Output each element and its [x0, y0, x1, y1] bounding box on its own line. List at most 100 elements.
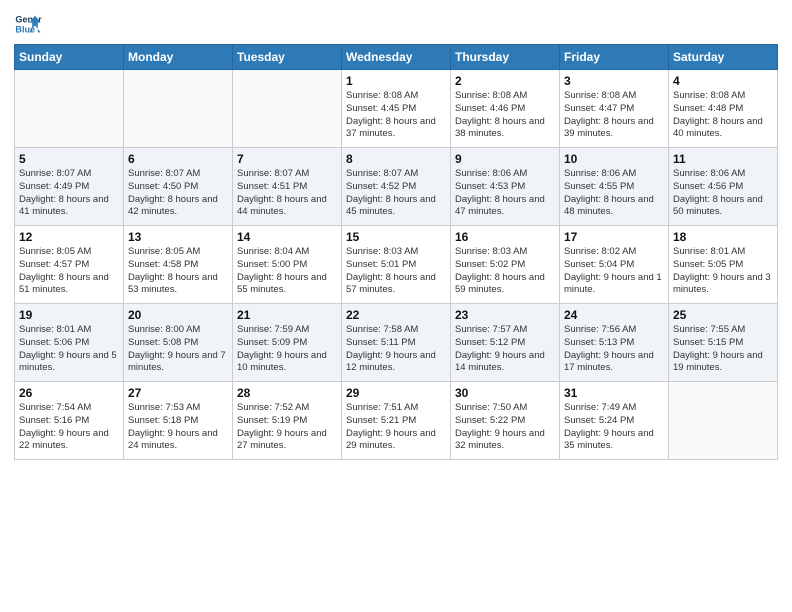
- day-number: 2: [455, 74, 555, 88]
- weekday-header-row: SundayMondayTuesdayWednesdayThursdayFrid…: [15, 45, 778, 70]
- week-row-2: 5 Sunrise: 8:07 AM Sunset: 4:49 PM Daylig…: [15, 148, 778, 226]
- day-info: Sunrise: 8:07 AM Sunset: 4:52 PM Dayligh…: [346, 168, 446, 219]
- day-number: 12: [19, 230, 119, 244]
- weekday-header-saturday: Saturday: [669, 45, 778, 70]
- calendar-cell: 23 Sunrise: 7:57 AM Sunset: 5:12 PM Dayli…: [451, 304, 560, 382]
- day-number: 18: [673, 230, 773, 244]
- calendar-cell: 20Sunrise: 8:00 AM Sunset: 5:08 PM Dayli…: [124, 304, 233, 382]
- day-info: Sunrise: 8:07 AM Sunset: 4:49 PM Dayligh…: [19, 168, 119, 219]
- weekday-header-monday: Monday: [124, 45, 233, 70]
- calendar-cell: 25 Sunrise: 7:55 AM Sunset: 5:15 PM Dayli…: [669, 304, 778, 382]
- calendar-cell: 13 Sunrise: 8:05 AM Sunset: 4:58 PM Dayli…: [124, 226, 233, 304]
- week-row-4: 19 Sunrise: 8:01 AM Sunset: 5:06 PM Dayli…: [15, 304, 778, 382]
- day-number: 3: [564, 74, 664, 88]
- week-row-5: 26 Sunrise: 7:54 AM Sunset: 5:16 PM Dayli…: [15, 382, 778, 460]
- calendar-cell: 26 Sunrise: 7:54 AM Sunset: 5:16 PM Dayli…: [15, 382, 124, 460]
- week-row-1: 1 Sunrise: 8:08 AM Sunset: 4:45 PM Daylig…: [15, 70, 778, 148]
- day-info: Sunrise: 8:01 AM Sunset: 5:06 PM Dayligh…: [19, 324, 119, 375]
- calendar-cell: [233, 70, 342, 148]
- week-row-3: 12 Sunrise: 8:05 AM Sunset: 4:57 PM Dayli…: [15, 226, 778, 304]
- day-number: 31: [564, 386, 664, 400]
- weekday-header-thursday: Thursday: [451, 45, 560, 70]
- weekday-header-wednesday: Wednesday: [342, 45, 451, 70]
- day-number: 9: [455, 152, 555, 166]
- day-number: 5: [19, 152, 119, 166]
- calendar-cell: [669, 382, 778, 460]
- weekday-header-sunday: Sunday: [15, 45, 124, 70]
- day-number: 14: [237, 230, 337, 244]
- day-info: Sunrise: 7:53 AM Sunset: 5:18 PM Dayligh…: [128, 402, 228, 453]
- calendar-cell: 21 Sunrise: 7:59 AM Sunset: 5:09 PM Dayli…: [233, 304, 342, 382]
- calendar-cell: [15, 70, 124, 148]
- day-info: Sunrise: 8:03 AM Sunset: 5:02 PM Dayligh…: [455, 246, 555, 297]
- day-number: 28: [237, 386, 337, 400]
- calendar-cell: 18 Sunrise: 8:01 AM Sunset: 5:05 PM Dayli…: [669, 226, 778, 304]
- calendar-cell: 19 Sunrise: 8:01 AM Sunset: 5:06 PM Dayli…: [15, 304, 124, 382]
- day-info: Sunrise: 8:08 AM Sunset: 4:47 PM Dayligh…: [564, 90, 664, 141]
- calendar-cell: 31 Sunrise: 7:49 AM Sunset: 5:24 PM Dayli…: [560, 382, 669, 460]
- calendar-cell: 22 Sunrise: 7:58 AM Sunset: 5:11 PM Dayli…: [342, 304, 451, 382]
- day-number: 30: [455, 386, 555, 400]
- day-info: Sunrise: 7:56 AM Sunset: 5:13 PM Dayligh…: [564, 324, 664, 375]
- day-number: 17: [564, 230, 664, 244]
- day-info: Sunrise: 7:51 AM Sunset: 5:21 PM Dayligh…: [346, 402, 446, 453]
- calendar-cell: 14 Sunrise: 8:04 AM Sunset: 5:00 PM Dayli…: [233, 226, 342, 304]
- day-number: 26: [19, 386, 119, 400]
- day-number: 16: [455, 230, 555, 244]
- day-number: 8: [346, 152, 446, 166]
- day-info: Sunrise: 8:03 AM Sunset: 5:01 PM Dayligh…: [346, 246, 446, 297]
- day-info: Sunrise: 8:02 AM Sunset: 5:04 PM Dayligh…: [564, 246, 664, 297]
- calendar-cell: 2Sunrise: 8:08 AM Sunset: 4:46 PM Daylig…: [451, 70, 560, 148]
- calendar-cell: 7Sunrise: 8:07 AM Sunset: 4:51 PM Daylig…: [233, 148, 342, 226]
- day-info: Sunrise: 7:55 AM Sunset: 5:15 PM Dayligh…: [673, 324, 773, 375]
- day-info: Sunrise: 8:01 AM Sunset: 5:05 PM Dayligh…: [673, 246, 773, 297]
- day-number: 4: [673, 74, 773, 88]
- day-number: 7: [237, 152, 337, 166]
- calendar-cell: 5 Sunrise: 8:07 AM Sunset: 4:49 PM Daylig…: [15, 148, 124, 226]
- day-info: Sunrise: 8:04 AM Sunset: 5:00 PM Dayligh…: [237, 246, 337, 297]
- day-number: 25: [673, 308, 773, 322]
- day-info: Sunrise: 7:52 AM Sunset: 5:19 PM Dayligh…: [237, 402, 337, 453]
- calendar-cell: 12 Sunrise: 8:05 AM Sunset: 4:57 PM Dayli…: [15, 226, 124, 304]
- day-number: 1: [346, 74, 446, 88]
- weekday-header-friday: Friday: [560, 45, 669, 70]
- day-info: Sunrise: 8:07 AM Sunset: 4:50 PM Dayligh…: [128, 168, 228, 219]
- day-number: 29: [346, 386, 446, 400]
- day-number: 13: [128, 230, 228, 244]
- day-info: Sunrise: 8:05 AM Sunset: 4:58 PM Dayligh…: [128, 246, 228, 297]
- day-info: Sunrise: 7:59 AM Sunset: 5:09 PM Dayligh…: [237, 324, 337, 375]
- calendar-cell: 15Sunrise: 8:03 AM Sunset: 5:01 PM Dayli…: [342, 226, 451, 304]
- day-info: Sunrise: 8:06 AM Sunset: 4:56 PM Dayligh…: [673, 168, 773, 219]
- calendar-cell: 10 Sunrise: 8:06 AM Sunset: 4:55 PM Dayli…: [560, 148, 669, 226]
- calendar-cell: 28 Sunrise: 7:52 AM Sunset: 5:19 PM Dayli…: [233, 382, 342, 460]
- weekday-header-tuesday: Tuesday: [233, 45, 342, 70]
- day-info: Sunrise: 7:54 AM Sunset: 5:16 PM Dayligh…: [19, 402, 119, 453]
- header: General Blue: [14, 10, 778, 38]
- day-info: Sunrise: 7:49 AM Sunset: 5:24 PM Dayligh…: [564, 402, 664, 453]
- day-info: Sunrise: 7:57 AM Sunset: 5:12 PM Dayligh…: [455, 324, 555, 375]
- calendar-cell: 1 Sunrise: 8:08 AM Sunset: 4:45 PM Daylig…: [342, 70, 451, 148]
- day-info: Sunrise: 8:05 AM Sunset: 4:57 PM Dayligh…: [19, 246, 119, 297]
- day-number: 23: [455, 308, 555, 322]
- day-info: Sunrise: 7:50 AM Sunset: 5:22 PM Dayligh…: [455, 402, 555, 453]
- day-info: Sunrise: 7:58 AM Sunset: 5:11 PM Dayligh…: [346, 324, 446, 375]
- calendar-cell: 29 Sunrise: 7:51 AM Sunset: 5:21 PM Dayli…: [342, 382, 451, 460]
- day-number: 21: [237, 308, 337, 322]
- calendar-cell: 4 Sunrise: 8:08 AM Sunset: 4:48 PM Daylig…: [669, 70, 778, 148]
- day-number: 10: [564, 152, 664, 166]
- day-info: Sunrise: 8:08 AM Sunset: 4:45 PM Dayligh…: [346, 90, 446, 141]
- calendar-cell: [124, 70, 233, 148]
- day-number: 11: [673, 152, 773, 166]
- calendar-cell: 9 Sunrise: 8:06 AM Sunset: 4:53 PM Daylig…: [451, 148, 560, 226]
- day-info: Sunrise: 8:08 AM Sunset: 4:48 PM Dayligh…: [673, 90, 773, 141]
- day-info: Sunrise: 8:06 AM Sunset: 4:55 PM Dayligh…: [564, 168, 664, 219]
- day-info: Sunrise: 8:06 AM Sunset: 4:53 PM Dayligh…: [455, 168, 555, 219]
- day-number: 6: [128, 152, 228, 166]
- day-info: Sunrise: 8:00 AM Sunset: 5:08 PM Dayligh…: [128, 324, 228, 375]
- day-number: 27: [128, 386, 228, 400]
- calendar-cell: 11 Sunrise: 8:06 AM Sunset: 4:56 PM Dayli…: [669, 148, 778, 226]
- day-number: 22: [346, 308, 446, 322]
- calendar-cell: 16 Sunrise: 8:03 AM Sunset: 5:02 PM Dayli…: [451, 226, 560, 304]
- day-number: 19: [19, 308, 119, 322]
- calendar-cell: 3 Sunrise: 8:08 AM Sunset: 4:47 PM Daylig…: [560, 70, 669, 148]
